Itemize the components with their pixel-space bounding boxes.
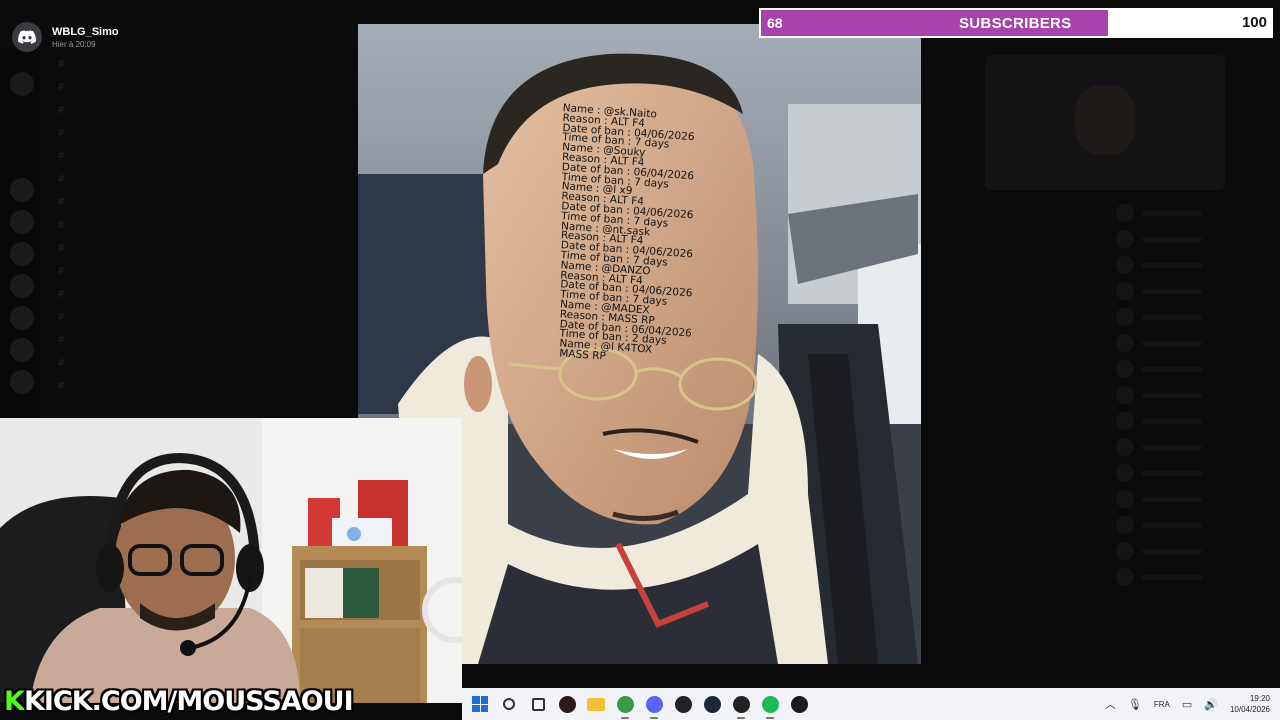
member-item[interactable] <box>1110 200 1280 226</box>
task-view-glyph <box>531 697 545 711</box>
server-icon[interactable] <box>10 178 34 202</box>
channel-item[interactable]: # <box>44 374 244 397</box>
spotify-icon[interactable] <box>760 694 780 719</box>
stream-scene: # # # # # # # # # # # # # # # WBLG_Simo … <box>0 0 1280 720</box>
member-item[interactable] <box>1110 512 1280 538</box>
windows-taskbar: ︿ 🎙 FRA ▭ 🔊 19:20 10/04/2026 <box>462 688 1280 720</box>
channel-item[interactable]: # <box>44 190 244 213</box>
member-item[interactable] <box>1110 434 1280 460</box>
kick-url: KICK.COM/MOUSSAOUI <box>23 686 354 717</box>
server-icon[interactable] <box>10 242 34 266</box>
file-explorer-glyph <box>587 697 605 711</box>
sub-goal-current: 68 <box>767 15 783 31</box>
steam-icon[interactable] <box>702 694 722 714</box>
volume-icon[interactable]: 🔊 <box>1204 698 1218 711</box>
search-glyph <box>503 698 515 710</box>
member-item[interactable] <box>1110 460 1280 486</box>
github-icon[interactable] <box>673 694 693 714</box>
language-indicator[interactable]: FRA <box>1154 700 1170 709</box>
kick-k-logo: K <box>4 686 25 717</box>
member-item[interactable] <box>1110 486 1280 512</box>
chevron-up-icon[interactable]: ︿ <box>1105 696 1116 712</box>
webcam-feed <box>0 418 462 703</box>
steam-glyph <box>703 695 721 713</box>
windows-start-glyph <box>472 696 488 712</box>
search-icon[interactable] <box>499 694 519 714</box>
server-icon[interactable] <box>10 370 34 394</box>
github-glyph <box>674 695 692 713</box>
member-list <box>1110 200 1280 670</box>
discord-icon[interactable] <box>644 694 664 719</box>
obs-recording-glyph <box>732 695 750 713</box>
clock-time: 19:20 <box>1249 694 1270 703</box>
obs-glyph <box>558 695 576 713</box>
spotify-glyph <box>761 695 779 713</box>
channel-item[interactable]: # <box>44 144 244 167</box>
server-icon[interactable] <box>10 72 34 96</box>
windows-start-icon[interactable] <box>470 694 490 714</box>
member-item[interactable] <box>1110 564 1280 590</box>
channel-item[interactable]: # <box>44 259 244 282</box>
obs-recording-icon[interactable] <box>731 694 751 719</box>
member-item[interactable] <box>1110 330 1280 356</box>
terminal-glyph <box>790 695 808 713</box>
sub-goal-target: 100 <box>1241 14 1267 31</box>
member-item[interactable] <box>1110 382 1280 408</box>
channel-item[interactable]: # <box>44 305 244 328</box>
member-item[interactable] <box>1110 278 1280 304</box>
forehead-ban-list: Name : @sk.Naito Reason : ALT F4 Date of b… <box>545 102 732 370</box>
member-item[interactable] <box>1110 538 1280 564</box>
taskbar-app-list <box>470 694 809 719</box>
channel-item[interactable]: # <box>44 282 244 305</box>
preview-face <box>1075 85 1135 155</box>
server-sidebar[interactable] <box>0 48 40 418</box>
member-item[interactable] <box>1110 408 1280 434</box>
notification-username: WBLG_Simo <box>52 25 119 38</box>
discord-glyph <box>645 695 663 713</box>
sub-goal-bar: 68 SUBSCRIBERS 100 <box>759 8 1273 38</box>
network-icon[interactable]: ▭ <box>1182 698 1192 711</box>
kick-watermark: KKICK.COM/MOUSSAOUI <box>4 686 354 717</box>
member-item[interactable] <box>1110 356 1280 382</box>
video-preview[interactable] <box>985 55 1225 190</box>
clock[interactable]: 19:20 10/04/2026 <box>1230 693 1270 715</box>
webcam-image <box>0 418 462 703</box>
notification-time: Hier à 20:09 <box>52 39 96 49</box>
channel-item[interactable]: # <box>44 236 244 259</box>
channel-item[interactable]: # <box>44 167 244 190</box>
discord-notification[interactable]: WBLG_Simo Hier à 20:09 <box>12 22 119 52</box>
member-item[interactable] <box>1110 226 1280 252</box>
terminal-icon[interactable] <box>789 694 809 714</box>
channel-item[interactable]: # <box>44 121 244 144</box>
obs-icon[interactable] <box>557 694 577 714</box>
server-icon[interactable] <box>10 338 34 362</box>
task-view-icon[interactable] <box>528 694 548 714</box>
channel-item[interactable]: # <box>44 213 244 236</box>
microphone-icon[interactable]: 🎙 <box>1128 698 1142 711</box>
server-icon[interactable] <box>10 274 34 298</box>
member-item[interactable] <box>1110 304 1280 330</box>
chrome-glyph <box>616 695 634 713</box>
discord-icon <box>12 22 42 52</box>
file-explorer-icon[interactable] <box>586 694 606 714</box>
system-tray: ︿ 🎙 FRA ▭ 🔊 19:20 10/04/2026 <box>1105 688 1270 720</box>
channel-item[interactable]: # <box>44 98 244 121</box>
server-icon[interactable] <box>10 210 34 234</box>
channel-item[interactable]: # <box>44 52 244 75</box>
channel-list: # # # # # # # # # # # # # # # <box>44 52 244 397</box>
chrome-icon[interactable] <box>615 694 635 719</box>
server-icon[interactable] <box>10 306 34 330</box>
channel-item[interactable]: # <box>44 75 244 98</box>
sub-goal-label: SUBSCRIBERS <box>959 15 1072 32</box>
member-item[interactable] <box>1110 252 1280 278</box>
channel-item[interactable]: # <box>44 351 244 374</box>
channel-item[interactable]: # <box>44 328 244 351</box>
clock-date: 10/04/2026 <box>1229 705 1270 714</box>
